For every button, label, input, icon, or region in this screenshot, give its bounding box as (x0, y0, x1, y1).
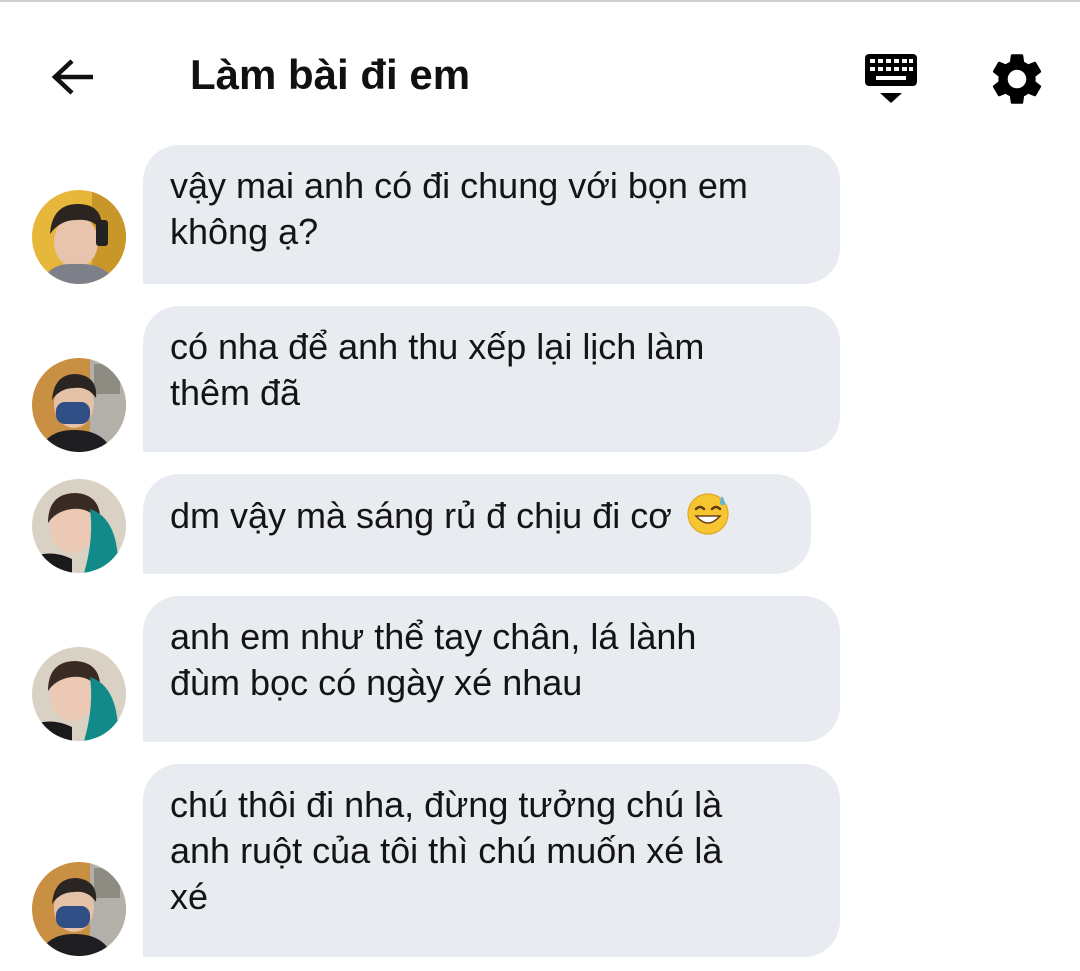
avatar-blue-mask-icon (32, 862, 126, 956)
avatar-yellow-bg-icon (32, 190, 126, 284)
message-text-line: chú thôi đi nha, đừng tưởng chú là (170, 784, 723, 825)
message-bubble[interactable]: có nha để anh thu xếp lại lịch làm thêm … (143, 306, 840, 452)
avatar[interactable] (32, 479, 126, 573)
message-text-line: anh ruột của tôi thì chú muốn xé là (170, 830, 723, 871)
message-text-line: đùm bọc có ngày xé nhau (170, 662, 583, 703)
message-bubble[interactable]: anh em như thể tay chân, lá lành đùm bọc… (143, 596, 840, 742)
message-text-line: không ạ? (170, 211, 319, 252)
avatar[interactable] (32, 190, 126, 284)
message-text-line: dm vậy mà sáng rủ đ chịu đi cơ (170, 492, 781, 539)
avatar-teal-hoodie-icon (32, 479, 126, 573)
message-text-line: thêm đã (170, 372, 301, 413)
avatar-blue-mask-icon (32, 358, 126, 452)
message-bubble[interactable]: dm vậy mà sáng rủ đ chịu đi cơ (143, 474, 811, 574)
message-text-line: vậy mai anh có đi chung với bọn em (170, 165, 748, 206)
message-list[interactable]: vậy mai anh có đi chung với bọn em không… (0, 0, 1080, 971)
message-text-line: anh em như thể tay chân, lá lành (170, 616, 697, 657)
avatar[interactable] (32, 358, 126, 452)
avatar[interactable] (32, 862, 126, 956)
avatar-teal-hoodie-icon (32, 647, 126, 741)
message-text-line: xé (170, 876, 209, 917)
message-text: dm vậy mà sáng rủ đ chịu đi cơ (170, 495, 682, 536)
message-bubble[interactable]: chú thôi đi nha, đừng tưởng chú là anh r… (143, 764, 840, 957)
message-bubble[interactable]: vậy mai anh có đi chung với bọn em không… (143, 145, 840, 284)
avatar[interactable] (32, 647, 126, 741)
message-text-line: có nha để anh thu xếp lại lịch làm (170, 326, 705, 367)
grinning-sweat-emoji-icon (687, 493, 729, 535)
